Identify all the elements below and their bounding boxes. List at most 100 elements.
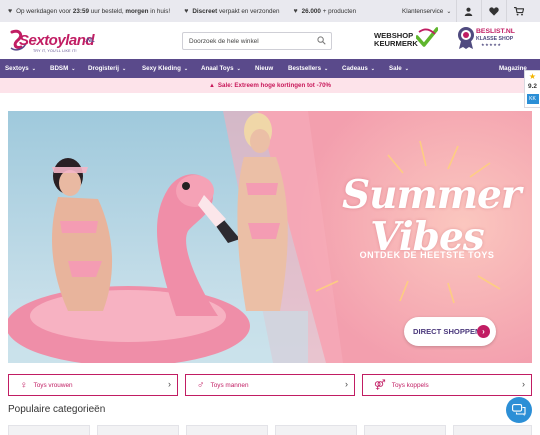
cta-label: DIRECT SHOPPEN (413, 327, 481, 336)
webshop-keurmerk-badge[interactable]: WEBSHOP KEURMERK (374, 26, 438, 54)
kiyoh-rating-widget[interactable]: ★ 9.2 KK (524, 70, 540, 108)
heart-icon: ♥ (184, 7, 189, 15)
chevron-down-icon: ⌄ (404, 65, 409, 72)
hero-subtitle: ONTDEK DE HEETSTE TOYS (359, 250, 495, 260)
category-tile[interactable] (97, 425, 179, 435)
category-label: Toys mannen (210, 381, 249, 389)
logo-tld: .NL (85, 38, 95, 44)
usp-products-bold: 26.000 (301, 7, 321, 15)
category-label: Toys vrouwen (33, 381, 73, 389)
couple-symbol-icon: ⚤ (374, 379, 386, 391)
customer-service-label: Klantenservice (402, 7, 444, 15)
user-icon (464, 7, 473, 16)
usp-delivery-middle: uur besteld, (90, 7, 124, 15)
direct-shoppen-button[interactable]: DIRECT SHOPPEN › (404, 317, 496, 346)
nav-item-sale[interactable]: Sale ⌄ (389, 59, 409, 78)
nav-item-sexy-kleding[interactable]: Sexy Kleding ⌄ (142, 59, 188, 78)
usp-discreet-suffix: verpakt en verzonden (218, 7, 280, 15)
usp-delivery-suffix: in huis! (150, 7, 171, 15)
usp-discreet-bold: Discreet (192, 7, 218, 15)
rating-badge: KK (526, 94, 539, 104)
nav-item-sextoys[interactable]: Sextoys ⌄ (5, 59, 36, 78)
top-usp-bar: ♥ Op werkdagen voor 23:59 uur besteld, m… (0, 0, 540, 22)
chevron-down-icon: ⌄ (31, 65, 36, 72)
male-symbol-icon: ♂ (197, 379, 205, 391)
award-icon (458, 27, 474, 49)
nav-item-label: Drogisterij (88, 65, 119, 72)
chevron-down-icon: ⌄ (446, 8, 452, 15)
site-logo[interactable]: Sextoyland .NL TRY IT, YOU'LL LIKE IT! (8, 29, 98, 55)
chevron-down-icon: ⌄ (71, 65, 76, 72)
nav-item-label: Nieuw (255, 65, 274, 72)
chevron-right-icon: › (345, 379, 348, 389)
main-navigation: Sextoys ⌄ BDSM ⌄ Drogisterij ⌄ Sexy Kleding… (0, 59, 540, 78)
beslist-stars: ★★★★★ (481, 42, 502, 47)
nav-item-magazine[interactable]: Magazine (499, 59, 527, 78)
beslist-line1: BESLIST.NL (476, 28, 515, 35)
search-placeholder: Doorzoek de hele winkel (189, 37, 259, 45)
nav-item-bestsellers[interactable]: Bestsellers ⌄ (288, 59, 328, 78)
usp-delivery: ♥ Op werkdagen voor 23:59 uur besteld, m… (8, 8, 170, 15)
nav-item-label: BDSM (50, 65, 69, 72)
category-toys-koppels-button[interactable]: ⚤ Toys koppels › (362, 374, 532, 396)
category-toys-mannen-button[interactable]: ♂ Toys mannen › (185, 374, 355, 396)
sale-announcement-text: Sale: Extreem hoge kortingen tot -70% (217, 82, 332, 89)
nav-item-cadeaus[interactable]: Cadeaus ⌄ (342, 59, 375, 78)
chat-icon (512, 403, 526, 416)
chevron-right-icon: › (522, 379, 525, 389)
nav-item-nieuw[interactable]: Nieuw (255, 59, 273, 78)
category-tile[interactable] (8, 425, 90, 435)
chevron-down-icon: ⌄ (183, 65, 189, 72)
nav-item-anaal-toys[interactable]: Anaal Toys ⌄ (201, 59, 241, 78)
keurmerk-line2: KEURMERK (374, 39, 418, 48)
cart-button[interactable] (506, 0, 530, 22)
category-tile[interactable] (186, 425, 268, 435)
popular-categories-heading: Populaire categorieën (8, 404, 106, 415)
category-tile[interactable] (364, 425, 446, 435)
nav-item-label: Magazine (499, 65, 527, 72)
chevron-down-icon: ⌄ (370, 65, 375, 72)
usp-delivery-time: 23:59 (72, 7, 89, 15)
female-symbol-icon: ♀ (20, 379, 28, 391)
logo-text: Sextoyland (19, 32, 95, 49)
usp-products: ♥ 26.000 + producten (294, 8, 357, 15)
chevron-down-icon: ⌄ (236, 65, 241, 72)
warning-icon: ▲ (208, 82, 215, 89)
customer-service-menu[interactable]: Klantenservice ⌄ (402, 0, 451, 22)
usp-delivery-bold: morgen (125, 7, 149, 15)
wishlist-button[interactable] (481, 0, 505, 22)
nav-item-label: Sale (389, 65, 402, 72)
nav-item-label: Sextoys (5, 65, 29, 72)
nav-item-label: Anaal Toys (201, 65, 234, 72)
hero-banner[interactable]: Summer Vibes ONTDEK DE HEETSTE TOYS DIRE… (8, 111, 532, 363)
heart-icon (488, 6, 499, 16)
beslist-klasse-shop-badge[interactable]: BESLIST.NL KLASSE SHOP ★★★★★ (457, 26, 521, 54)
chat-button[interactable] (506, 397, 532, 423)
nav-item-label: Cadeaus (342, 65, 368, 72)
cart-icon (513, 6, 524, 15)
checkmark-icon (416, 27, 438, 47)
logo-tagline: TRY IT, YOU'LL LIKE IT! (33, 49, 77, 53)
category-label: Toys koppels (391, 381, 429, 389)
heart-icon: ♥ (8, 7, 13, 15)
category-tile[interactable] (453, 425, 532, 435)
chevron-down-icon: ⌄ (324, 65, 329, 72)
sale-announcement-bar[interactable]: ▲ Sale: Extreem hoge kortingen tot -70% (0, 78, 540, 93)
star-icon: ★ (528, 72, 537, 81)
account-button[interactable] (456, 0, 480, 22)
nav-item-label: Bestsellers (288, 65, 322, 72)
nav-item-drogisterij[interactable]: Drogisterij ⌄ (88, 59, 126, 78)
usp-discreet: ♥ Discreet verpakt en verzonden (184, 8, 279, 15)
site-header: Sextoyland .NL TRY IT, YOU'LL LIKE IT! D… (0, 22, 540, 59)
chevron-right-icon: › (168, 379, 171, 389)
chevron-right-icon: › (477, 325, 490, 338)
rating-score: 9.2 (528, 83, 537, 90)
chevron-down-icon: ⌄ (121, 65, 127, 72)
category-tile[interactable] (275, 425, 357, 435)
usp-products-suffix: + producten (322, 7, 357, 15)
category-toys-vrouwen-button[interactable]: ♀ Toys vrouwen › (8, 374, 178, 396)
hero-title-line1: Summer (342, 172, 521, 218)
search-icon[interactable] (317, 36, 326, 45)
nav-item-bdsm[interactable]: BDSM ⌄ (50, 59, 75, 78)
search-input[interactable]: Doorzoek de hele winkel (182, 32, 332, 50)
